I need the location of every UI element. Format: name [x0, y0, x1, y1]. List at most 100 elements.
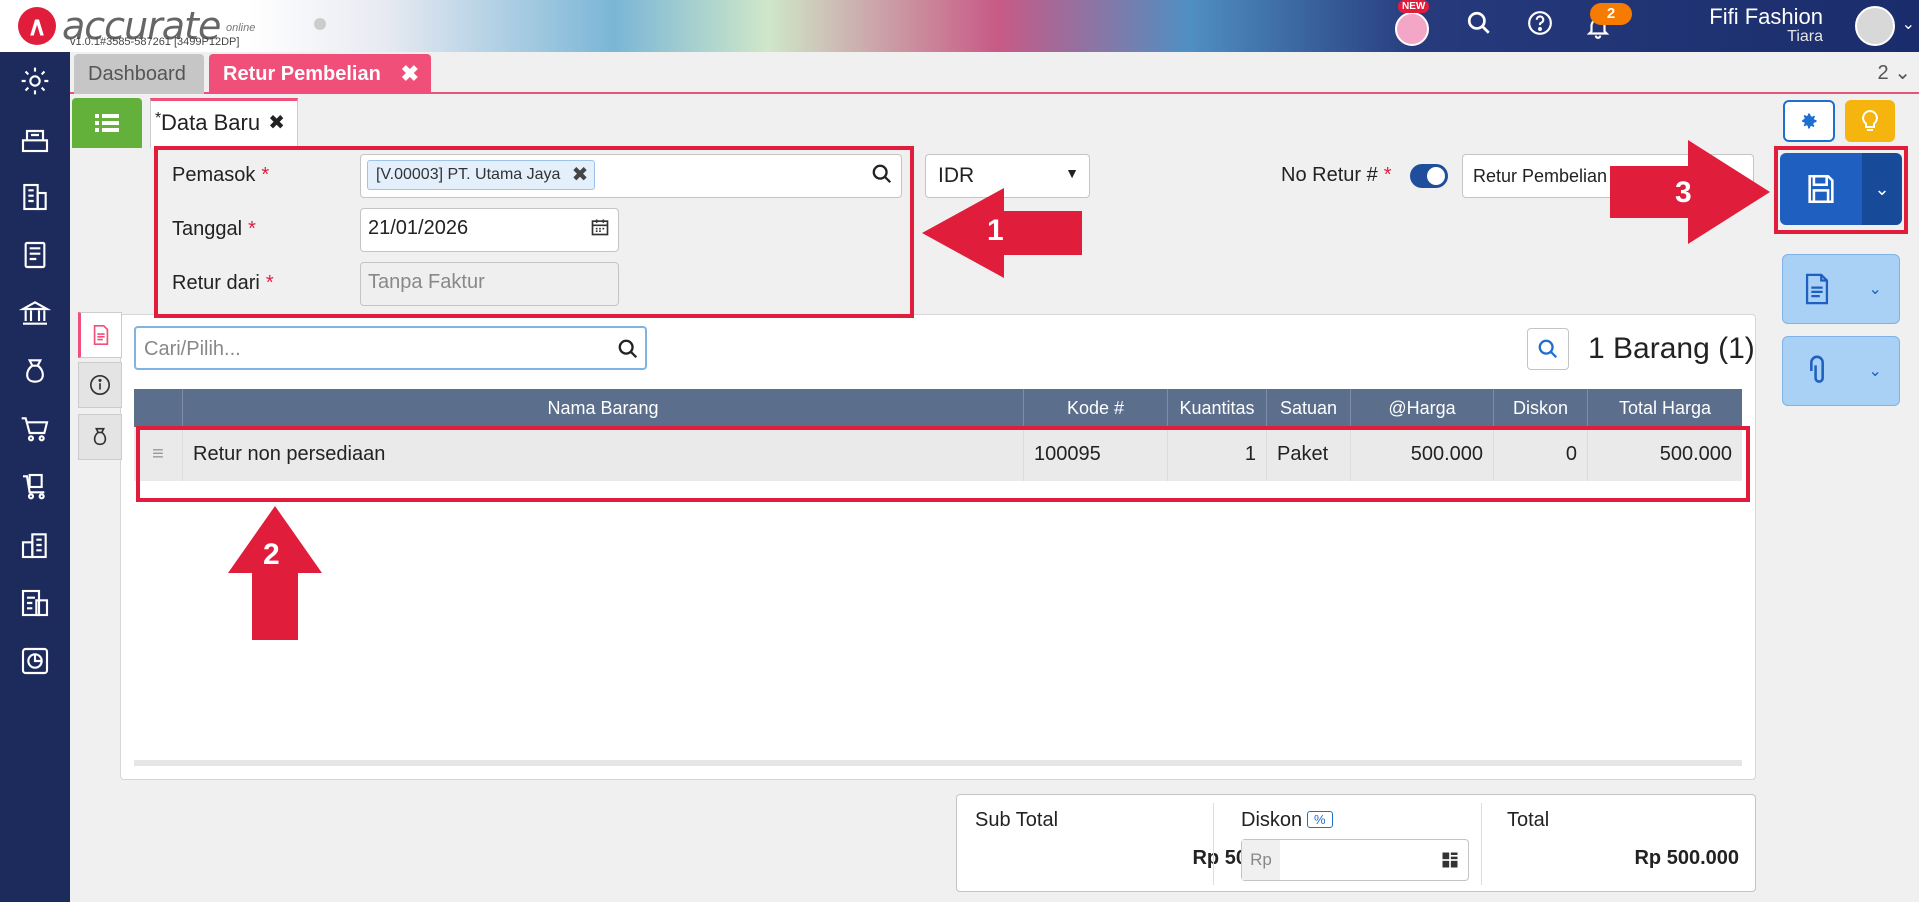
highlight-box-save: [1774, 146, 1908, 234]
tab-detail-items[interactable]: [78, 312, 122, 358]
search-icon[interactable]: [617, 338, 639, 366]
highlight-box-header: [154, 146, 914, 318]
sidebar-item-ledger[interactable]: [0, 226, 70, 284]
divider: [1213, 803, 1214, 885]
attachment-button[interactable]: ⌄: [1782, 336, 1900, 406]
building-icon: [23, 183, 47, 211]
annotation-number-3: 3: [1675, 176, 1692, 209]
document-tabs: Dashboard Retur Pembelian ✖ 2 ⌄: [70, 52, 1919, 94]
annotation-number-1: 1: [987, 214, 1004, 247]
paperclip-icon: [1810, 355, 1825, 383]
tab-retur-pembelian[interactable]: Retur Pembelian ✖: [209, 54, 431, 94]
header-handle: [134, 389, 183, 427]
item-search-button[interactable]: [1527, 328, 1569, 370]
tab-dashboard[interactable]: Dashboard: [74, 54, 204, 94]
gear-icon: [1802, 113, 1817, 129]
subtab-label: Data Baru: [161, 110, 261, 135]
top-bar: ∧ accurate online v1.0.1#3585-587261 [34…: [0, 0, 1919, 52]
tab-payment[interactable]: [78, 414, 122, 460]
status-dot: [314, 18, 326, 30]
sidebar-item-purchase[interactable]: [0, 400, 70, 458]
total-label: Total: [1507, 809, 1550, 831]
book-icon: [24, 241, 46, 269]
sidebar-item-settings[interactable]: [0, 52, 70, 110]
help-icon[interactable]: [1523, 10, 1557, 44]
search-placeholder: Cari/Pilih...: [144, 338, 241, 360]
gear-icon: [21, 67, 49, 95]
money-bag-icon: [26, 359, 44, 383]
close-icon[interactable]: ✖: [268, 101, 285, 145]
tab-data-baru[interactable]: * Data Baru ✖: [150, 98, 298, 148]
unsaved-mark: *: [155, 110, 162, 127]
no-retur-toggle[interactable]: [1410, 164, 1448, 188]
sidebar-item-sales[interactable]: [0, 342, 70, 400]
divider: [1481, 803, 1482, 885]
diskon-input[interactable]: Rp: [1241, 839, 1469, 881]
sidebar-item-assets[interactable]: [0, 516, 70, 574]
no-retur-label: No Retur # *: [1281, 164, 1392, 186]
sidebar-item-bank[interactable]: [0, 284, 70, 342]
cart-icon: [21, 417, 49, 442]
tips-button[interactable]: [1845, 100, 1895, 142]
info-icon: [90, 375, 110, 395]
money-bag-icon: [93, 427, 107, 446]
chevron-down-icon: ⌄: [1868, 363, 1882, 380]
cashier-icon: [21, 129, 49, 153]
totals-panel: Sub Total Rp 500.000 Diskon % Rp Total R…: [956, 794, 1756, 892]
subtotal-label: Sub Total: [975, 809, 1059, 831]
column-satuan[interactable]: Satuan: [1267, 389, 1351, 427]
tax-icon: [21, 589, 49, 617]
accurate-logo-icon: ∧: [18, 7, 56, 45]
column-kuantitas[interactable]: Kuantitas: [1168, 389, 1267, 427]
item-search-input[interactable]: Cari/Pilih...: [134, 326, 647, 370]
document-icon: [93, 325, 109, 345]
column-diskon[interactable]: Diskon: [1494, 389, 1588, 427]
sidebar-item-company[interactable]: [0, 168, 70, 226]
currency-prefix: Rp: [1242, 840, 1280, 880]
column-harga[interactable]: @Harga: [1351, 389, 1494, 427]
mascot-icon[interactable]: [1395, 10, 1429, 46]
notification-badge: 2: [1590, 3, 1632, 25]
search-icon: [1538, 339, 1558, 359]
city-icon: [21, 533, 47, 559]
chevron-down-icon: ⌄: [1868, 281, 1882, 298]
diskon-label: Diskon: [1241, 809, 1303, 831]
highlight-box-item-row: [136, 426, 1750, 502]
open-tabs-count[interactable]: 2 ⌄: [1878, 60, 1911, 85]
column-total-harga[interactable]: Total Harga: [1588, 389, 1742, 427]
detail-panel: [120, 314, 1756, 780]
report-chart-icon: [21, 647, 49, 675]
search-icon[interactable]: [1462, 10, 1496, 44]
bank-icon: [19, 301, 51, 325]
chevron-down-icon[interactable]: ⌄: [1902, 14, 1915, 34]
currency-value: IDR: [938, 164, 975, 187]
new-badge: NEW: [1398, 0, 1430, 13]
user-name[interactable]: Fifi Fashion: [1709, 4, 1823, 30]
version-label: v1.0.1#3585-587261 [3499P12DP]: [70, 36, 240, 48]
diskon-percent-toggle[interactable]: %: [1307, 811, 1333, 828]
table-scrollbar[interactable]: [134, 760, 1742, 766]
sidebar-item-cashier[interactable]: [0, 110, 70, 168]
tab-info[interactable]: [78, 362, 122, 408]
annotation-arrow-2: [228, 506, 322, 640]
column-nama-barang[interactable]: Nama Barang: [183, 389, 1024, 427]
total-value: Rp 500.000: [1634, 847, 1739, 869]
tab-label: Retur Pembelian: [223, 63, 381, 85]
calculator-icon[interactable]: [1440, 850, 1460, 875]
sidebar: [0, 52, 70, 902]
item-count: 1 Barang (1): [1588, 332, 1755, 365]
document-icon: [1806, 273, 1829, 305]
sidebar-item-inventory[interactable]: [0, 458, 70, 516]
sidebar-item-reports[interactable]: [0, 632, 70, 690]
print-button[interactable]: ⌄: [1782, 254, 1900, 324]
form-settings-button[interactable]: [1783, 100, 1835, 142]
no-retur-type-value: Retur Pembelian: [1473, 166, 1608, 186]
sidebar-item-tax[interactable]: [0, 574, 70, 632]
column-kode[interactable]: Kode #: [1024, 389, 1168, 427]
avatar[interactable]: [1855, 6, 1895, 46]
list-view-button[interactable]: [72, 98, 142, 148]
logo-subtitle: online: [226, 22, 256, 34]
close-icon[interactable]: ✖: [401, 54, 419, 94]
annotation-number-2: 2: [263, 538, 280, 571]
lightbulb-icon: [1862, 109, 1878, 131]
